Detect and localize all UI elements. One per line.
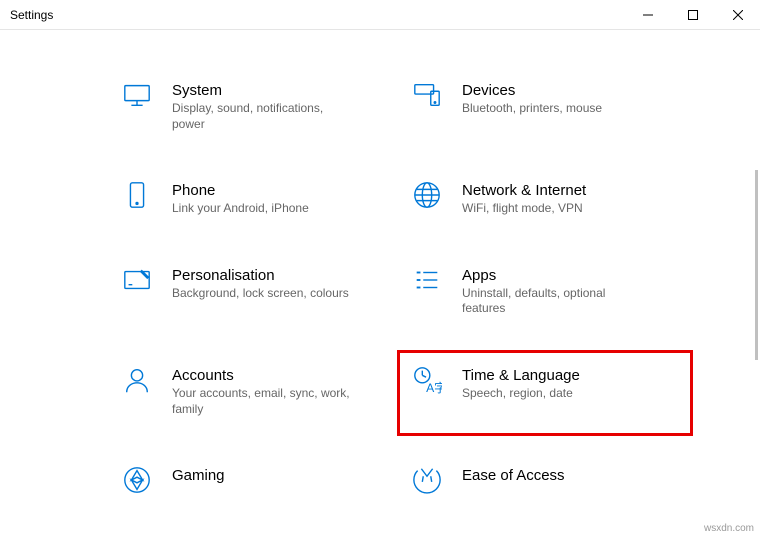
category-title: Time & Language — [462, 367, 580, 384]
category-title: Phone — [172, 182, 309, 199]
category-desc: Bluetooth, printers, mouse — [462, 101, 602, 117]
ease-of-access-icon — [410, 465, 444, 499]
gaming-icon — [120, 465, 154, 499]
devices-icon — [410, 80, 444, 114]
category-apps[interactable]: Apps Uninstall, defaults, optional featur… — [410, 265, 680, 317]
category-ease-of-access[interactable]: Ease of Access — [410, 465, 680, 499]
time-language-icon: A字 — [410, 365, 444, 399]
category-title: Network & Internet — [462, 182, 586, 199]
phone-icon — [120, 180, 154, 214]
close-icon — [733, 10, 743, 20]
system-icon — [120, 80, 154, 114]
svg-text:A字: A字 — [426, 380, 442, 395]
maximize-button[interactable] — [670, 0, 715, 30]
category-time-language[interactable]: A字 Time & Language Speech, region, date — [400, 353, 690, 433]
category-desc: Speech, region, date — [462, 386, 580, 402]
titlebar: Settings — [0, 0, 760, 30]
category-devices[interactable]: Devices Bluetooth, printers, mouse — [410, 80, 680, 132]
category-title: System — [172, 82, 352, 99]
category-title: Accounts — [172, 367, 352, 384]
category-phone[interactable]: Phone Link your Android, iPhone — [120, 180, 390, 217]
category-desc: WiFi, flight mode, VPN — [462, 201, 586, 217]
category-desc: Uninstall, defaults, optional features — [462, 286, 642, 317]
network-icon — [410, 180, 444, 214]
category-accounts[interactable]: Accounts Your accounts, email, sync, work… — [120, 365, 390, 417]
maximize-icon — [688, 10, 698, 20]
category-title: Ease of Access — [462, 467, 565, 484]
category-desc: Link your Android, iPhone — [172, 201, 309, 217]
close-button[interactable] — [715, 0, 760, 30]
accounts-icon — [120, 365, 154, 399]
category-gaming[interactable]: Gaming — [120, 465, 390, 499]
category-desc: Display, sound, notifications, power — [172, 101, 352, 132]
category-title: Devices — [462, 82, 602, 99]
minimize-icon — [643, 10, 653, 20]
category-network[interactable]: Network & Internet WiFi, flight mode, VPN — [410, 180, 680, 217]
category-title: Personalisation — [172, 267, 349, 284]
scrollbar[interactable] — [755, 170, 758, 360]
personalisation-icon — [120, 265, 154, 299]
apps-icon — [410, 265, 444, 299]
category-desc: Background, lock screen, colours — [172, 286, 349, 302]
window-title: Settings — [10, 8, 53, 22]
category-system[interactable]: System Display, sound, notifications, pow… — [120, 80, 390, 132]
settings-grid: System Display, sound, notifications, pow… — [0, 30, 760, 499]
category-title: Apps — [462, 267, 642, 284]
watermark: wsxdn.com — [704, 523, 754, 534]
category-desc: Your accounts, email, sync, work, family — [172, 386, 352, 417]
minimize-button[interactable] — [625, 0, 670, 30]
category-personalisation[interactable]: Personalisation Background, lock screen, … — [120, 265, 390, 317]
category-title: Gaming — [172, 467, 225, 484]
